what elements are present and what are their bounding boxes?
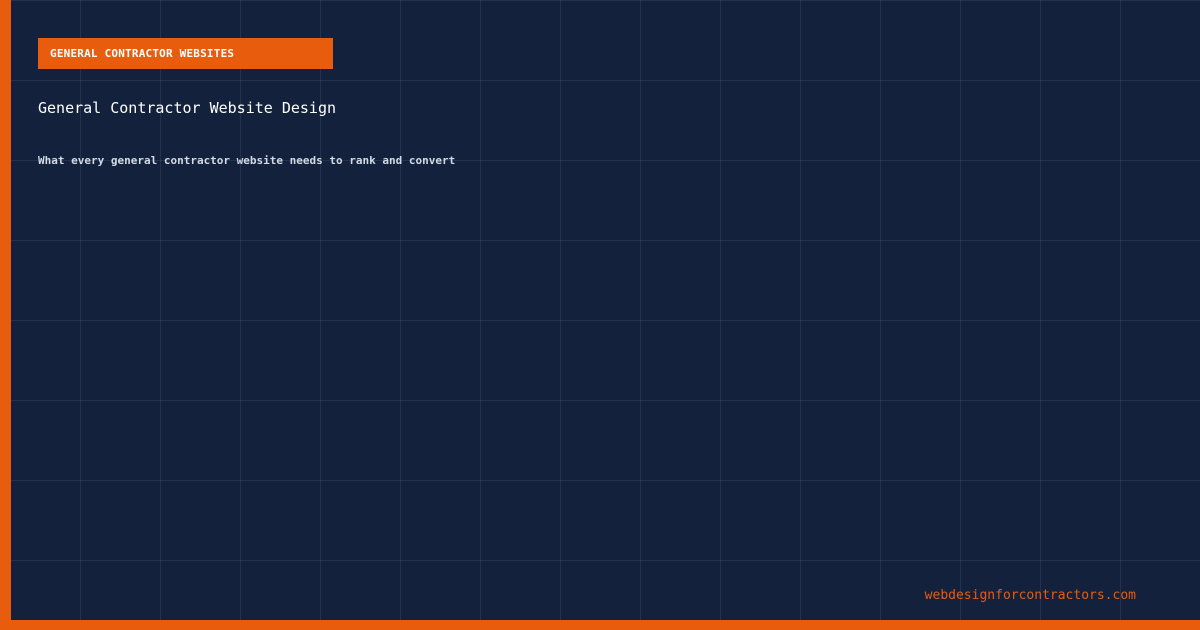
social-card: GENERAL CONTRACTOR WEBSITES General Cont… [0, 0, 1200, 630]
category-tag: GENERAL CONTRACTOR WEBSITES [38, 38, 333, 69]
bottom-accent-bar [0, 620, 1200, 630]
site-domain: webdesignforcontractors.com [924, 588, 1136, 603]
card-subtitle: What every general contractor website ne… [38, 154, 456, 167]
card-title: General Contractor Website Design [38, 99, 337, 117]
left-accent-bar [0, 0, 11, 630]
